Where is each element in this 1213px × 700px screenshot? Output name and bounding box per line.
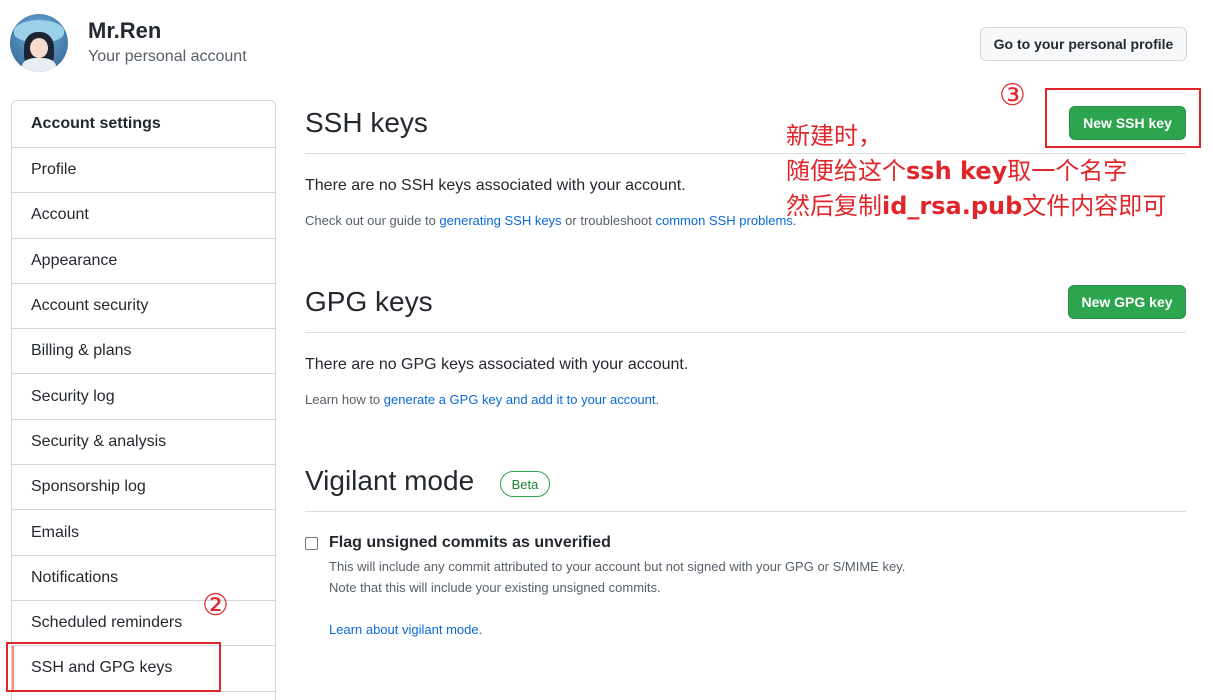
sidebar-item-scheduled-reminders[interactable]: Scheduled reminders [12,601,275,647]
sidebar-item-account[interactable]: Account [12,193,275,239]
annotation-box-new-ssh-key [1045,88,1201,148]
annotation-box-ssh-gpg-item [6,642,221,692]
beta-badge: Beta [500,471,550,497]
sidebar-item-billing[interactable]: Billing & plans [12,329,275,375]
sidebar-item-sponsorship-log[interactable]: Sponsorship log [12,465,275,511]
sidebar-item-security-analysis[interactable]: Security & analysis [12,420,275,466]
sidebar-item-emails[interactable]: Emails [12,510,275,556]
sidebar-item-security-log[interactable]: Security log [12,374,275,420]
sidebar-item-account-security[interactable]: Account security [12,284,275,330]
account-type-label: Your personal account [88,48,247,65]
generate-gpg-key-link[interactable]: generate a GPG key and add it to your ac… [384,392,656,407]
settings-sidebar: Account settings Profile Account Appeara… [11,100,276,700]
gpg-divider [305,332,1186,333]
ssh-keys-title: SSH keys [305,107,428,138]
vigilant-divider [305,511,1186,512]
vigilant-description-line2: Note that this will include your existin… [329,580,661,595]
sidebar-heading: Account settings [12,101,275,148]
gpg-keys-title: GPG keys [305,286,433,317]
annotation-text-line3: 然后复制id_rsa.pub文件内容即可 [786,192,1167,220]
annotation-marker-3: ③ [999,78,1026,113]
annotation-text-line2: 随便给这个ssh key取一个名字 [786,157,1128,185]
go-to-profile-button[interactable]: Go to your personal profile [980,27,1187,61]
sidebar-item-profile[interactable]: Profile [12,148,275,194]
ssh-empty-text: There are no SSH keys associated with yo… [305,177,686,194]
new-gpg-key-button[interactable]: New GPG key [1068,285,1186,319]
user-name: Mr.Ren [88,18,162,43]
annotation-text-line1: 新建时， [786,122,882,150]
sidebar-item-notifications[interactable]: Notifications [12,556,275,601]
vigilant-description-line1: This will include any commit attributed … [329,559,906,574]
flag-unsigned-commits-label[interactable]: Flag unsigned commits as unverified [329,534,611,552]
flag-unsigned-commits-checkbox[interactable] [305,537,318,550]
common-ssh-problems-link[interactable]: common SSH problems [656,213,793,228]
learn-vigilant-mode-link[interactable]: Learn about vigilant mode. [329,622,482,637]
vigilant-mode-title: Vigilant mode [305,465,475,496]
gpg-empty-text: There are no GPG keys associated with yo… [305,356,689,373]
avatar[interactable] [10,14,68,72]
annotation-marker-2: ② [202,588,229,623]
sidebar-item-appearance[interactable]: Appearance [12,239,275,284]
generating-ssh-keys-link[interactable]: generating SSH keys [439,213,561,228]
ssh-help-note: Check out our guide to generating SSH ke… [305,213,797,228]
gpg-help-note: Learn how to generate a GPG key and add … [305,392,660,407]
